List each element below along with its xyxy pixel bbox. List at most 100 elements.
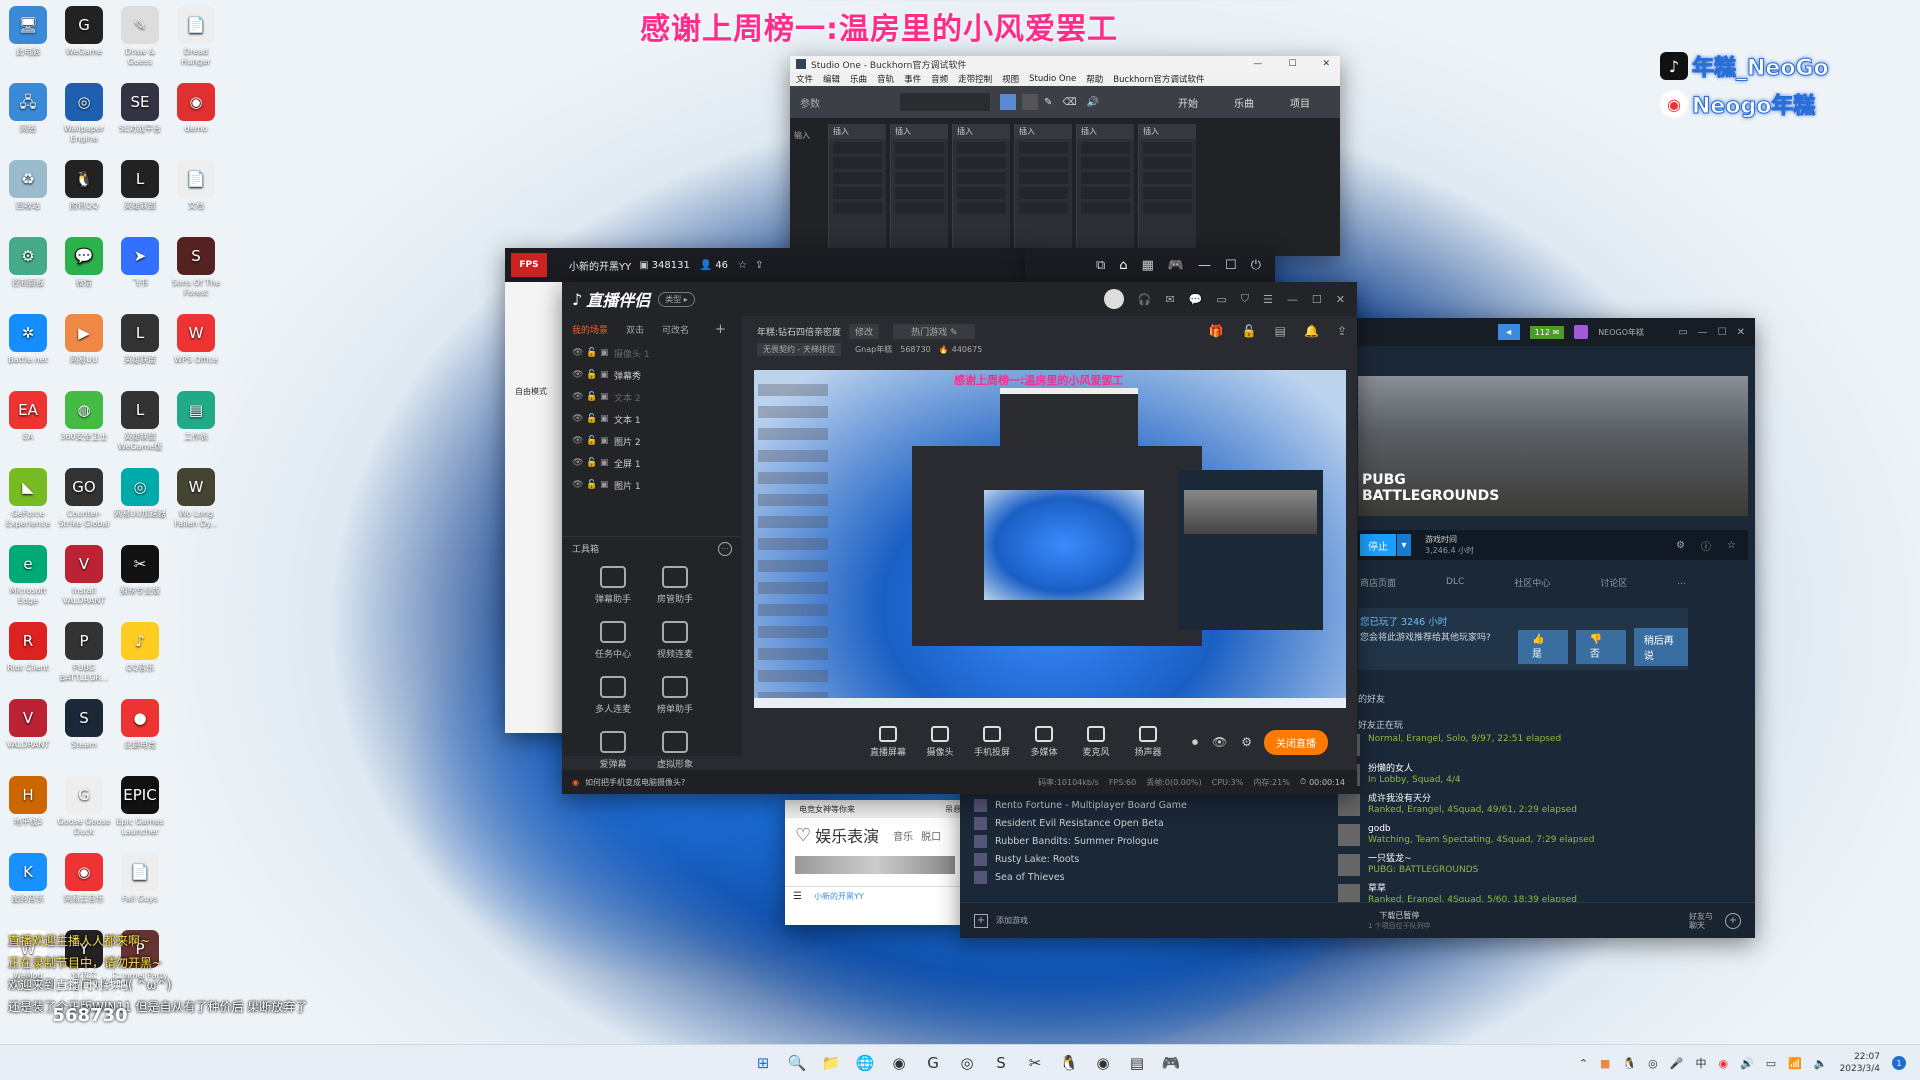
eye-icon[interactable]: 👁 <box>572 414 586 424</box>
desktop-icon[interactable]: ✂ 剪映专业版 <box>112 545 168 606</box>
close-icon[interactable]: ✕ <box>1336 293 1345 306</box>
lock-icon[interactable]: 🔓 <box>586 370 600 380</box>
desktop-icon[interactable] <box>168 853 224 914</box>
desktop-icon[interactable]: ✲ Battle.net <box>0 314 56 375</box>
downloads-status[interactable]: 下载已暂停 <box>1368 911 1431 921</box>
desktop-icon[interactable]: 💬 微信 <box>56 237 112 298</box>
taskbar-app-icon[interactable]: 📁 <box>816 1048 846 1078</box>
mixer-slot[interactable] <box>833 142 882 154</box>
taskbar-app-icon[interactable]: ▤ <box>1122 1048 1152 1078</box>
desktop-icon[interactable]: 📄 文档 <box>168 160 224 221</box>
friend-row[interactable]: Normal, Erangel, Solo, 9/97, 22:51 elaps… <box>1330 732 1750 762</box>
mixer-slot[interactable] <box>833 172 882 184</box>
mixer-channel[interactable]: 插入 <box>828 124 886 252</box>
desktop-icon[interactable]: ♻ 回收站 <box>0 160 56 221</box>
library-game[interactable]: Sea of Thieves <box>960 868 1340 886</box>
lock-icon[interactable]: 🔓 <box>586 436 600 446</box>
toolbox-item[interactable]: 榜单助手 <box>644 676 706 715</box>
mixer-slot[interactable] <box>957 187 1006 199</box>
scene-tab-mine[interactable]: 我的场景 <box>572 323 608 336</box>
mixer-slot[interactable] <box>1143 202 1192 214</box>
studio-menu-item[interactable]: 音轨 <box>877 73 894 85</box>
settings-icon[interactable]: ⚙ <box>1241 735 1252 749</box>
source-button[interactable]: 扬声器 <box>1122 726 1174 758</box>
mixer-slot[interactable] <box>1019 187 1068 199</box>
desktop-icon[interactable] <box>168 699 224 760</box>
mixer-slot[interactable] <box>895 172 944 184</box>
lock-icon[interactable]: 🔓 <box>1242 324 1257 338</box>
maximize-icon[interactable]: ☐ <box>1288 59 1296 69</box>
category-tag[interactable]: 无畏契约 - 天梯排位 <box>757 342 841 356</box>
studio-one-window[interactable]: Studio One - Buckhorn官方调试软件 — ☐ ✕ 文件 编辑 乐曲… <box>790 56 1340 256</box>
tray-app3-icon[interactable]: ◎ <box>1648 1057 1658 1070</box>
taskbar-app-icon[interactable]: ⊞ <box>748 1048 778 1078</box>
taskbar-app-icon[interactable]: ◎ <box>952 1048 982 1078</box>
filter-icon[interactable]: ⛉ <box>1241 292 1249 306</box>
desktop-icon[interactable]: ♪ QQ音乐 <box>112 622 168 683</box>
taskbar-app-icon[interactable]: ✂ <box>1020 1048 1050 1078</box>
edit-tool-icon[interactable] <box>1022 94 1038 110</box>
favorite-icon[interactable]: ☆ <box>1727 540 1736 551</box>
close-icon[interactable]: ✕ <box>1737 327 1745 338</box>
desktop-icon[interactable]: ➤ 飞书 <box>112 237 168 298</box>
eye-icon[interactable]: 👁 <box>572 480 586 490</box>
lock-icon[interactable]: 🔓 <box>586 480 600 490</box>
mixer-slot[interactable] <box>1019 142 1068 154</box>
source-button[interactable]: 直播屏幕 <box>862 726 914 758</box>
mixer-slot[interactable] <box>1143 187 1192 199</box>
live-type-tag[interactable]: 类型 ▸ <box>658 291 695 307</box>
maximize-icon[interactable]: ☐ <box>1225 258 1237 273</box>
desktop-icon[interactable]: 📄 Fall Guys <box>112 853 168 914</box>
toolbox-item[interactable]: 任务中心 <box>582 621 644 660</box>
mixer-slot[interactable] <box>895 202 944 214</box>
lock-icon[interactable]: 🔓 <box>586 348 600 358</box>
taskbar-app-icon[interactable]: G <box>918 1048 948 1078</box>
desktop-icon[interactable]: ◎ Wallpaper Engine <box>56 83 112 144</box>
mixer-slot[interactable] <box>895 187 944 199</box>
studio-menu-item[interactable]: 走带控制 <box>958 73 992 85</box>
lock-icon[interactable]: 🔓 <box>586 458 600 468</box>
source-button[interactable]: 多媒体 <box>1018 726 1070 758</box>
tray-wifi-icon[interactable]: 📶 <box>1788 1057 1802 1070</box>
live-preview[interactable]: 感谢上周榜一:温房里的小风爱罢工 <box>754 370 1346 708</box>
close-icon[interactable]: ✕ <box>1322 59 1330 69</box>
desktop-icon[interactable]: e Microsoft Edge <box>0 545 56 606</box>
eye-icon[interactable]: 👁 <box>572 436 586 446</box>
taskbar-app-icon[interactable]: 🎮 <box>1156 1048 1186 1078</box>
library-game[interactable]: Resident Evil Resistance Open Beta <box>960 814 1340 832</box>
toolbox-item[interactable]: 视频连麦 <box>644 621 706 660</box>
desktop-icon[interactable]: ◎ 网易UU加速器 <box>112 468 168 529</box>
tray-volume-icon[interactable]: 🔈 <box>1814 1057 1828 1070</box>
more-icon[interactable]: ··· <box>718 541 732 556</box>
tray-mic-icon[interactable]: 🎤 <box>1670 1057 1684 1070</box>
source-layer[interactable]: 👁 🔓 ▣ 全屏 1 <box>562 452 742 474</box>
steam-tab[interactable]: 社区中心 <box>1514 576 1550 589</box>
studio-song-tab[interactable]: 乐曲 <box>1234 95 1254 110</box>
studio-menu-item[interactable]: 文件 <box>796 73 813 85</box>
desktop-icon[interactable]: 🖧 网络 <box>0 83 56 144</box>
mixer-slot[interactable] <box>1081 202 1130 214</box>
desktop-icon[interactable]: ● 企鹅电竞 <box>112 699 168 760</box>
studio-project-tab[interactable]: 项目 <box>1290 95 1310 110</box>
mail-icon[interactable]: ✉ <box>1165 293 1174 306</box>
chat-icon[interactable]: 💬 <box>1189 293 1203 306</box>
mixer-slot[interactable] <box>1081 157 1130 169</box>
desktop-icon[interactable]: L 英雄联盟 <box>112 160 168 221</box>
tray-netease-icon[interactable]: ◉ <box>1718 1057 1728 1070</box>
source-layer[interactable]: 👁 🔓 ▣ 弹幕秀 <box>562 364 742 386</box>
mixer-slot[interactable] <box>1143 157 1192 169</box>
gamepad-icon[interactable]: 🎮 <box>1168 258 1184 273</box>
live-avatar[interactable] <box>1103 289 1124 309</box>
desktop-icon[interactable]: K 酷狗音乐 <box>0 853 56 914</box>
eye-icon[interactable]: 👁 <box>1212 735 1227 749</box>
share-icon[interactable]: ⇪ <box>1337 324 1347 338</box>
edit-title-button[interactable]: 修改 <box>849 323 880 339</box>
mixer-slot[interactable] <box>895 157 944 169</box>
steam-tab[interactable]: DLC <box>1446 577 1464 587</box>
desktop-icon[interactable]: GO Counter-Strike Global Off... <box>56 468 112 529</box>
hot-game-select[interactable]: 热门游戏 ✎ <box>893 323 976 339</box>
minimize-icon[interactable]: — <box>1253 59 1262 69</box>
friends-chat-button[interactable]: 好友与聊天 <box>1689 912 1719 930</box>
desktop-icon[interactable]: ◉ 网易云音乐 <box>56 853 112 914</box>
mixer-slot[interactable] <box>1143 142 1192 154</box>
